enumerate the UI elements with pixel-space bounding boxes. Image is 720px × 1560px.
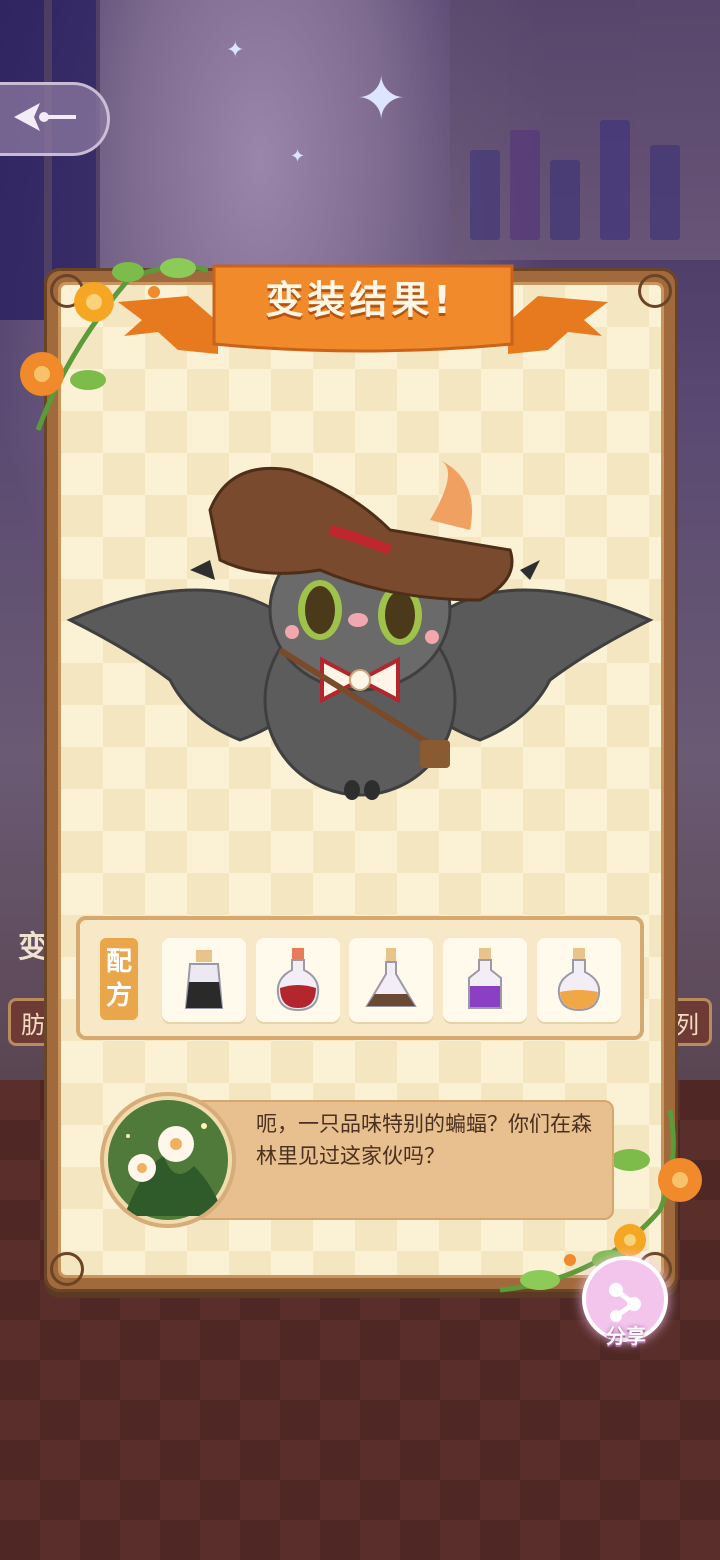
flower-decoration-icon bbox=[20, 258, 208, 431]
orange-potion-icon bbox=[537, 948, 621, 1026]
recipe-slot-5[interactable] bbox=[537, 938, 621, 1022]
recipe-slot-4[interactable] bbox=[443, 938, 527, 1022]
sparkle-icon: ✦ bbox=[226, 38, 245, 63]
background-shelf bbox=[450, 0, 720, 260]
recipe-label-line2: 方 bbox=[105, 981, 132, 1011]
recipe-label: 配 方 bbox=[100, 938, 138, 1020]
recipe-slot-3[interactable] bbox=[349, 938, 433, 1022]
recipe-label-line1: 配 bbox=[105, 947, 132, 977]
purple-potion-icon bbox=[443, 948, 527, 1026]
flower-avatar-icon bbox=[108, 1100, 228, 1220]
sparkle-icon: ✦ bbox=[290, 146, 306, 167]
recipe-slot-1[interactable] bbox=[162, 938, 246, 1022]
back-button[interactable] bbox=[0, 82, 110, 156]
bat-character bbox=[66, 460, 654, 800]
recipe-slot-2[interactable] bbox=[256, 938, 340, 1022]
result-title: 变装结果! bbox=[265, 277, 455, 322]
sparkle-icon: ✦ bbox=[356, 64, 407, 134]
back-arrow-icon bbox=[10, 97, 80, 141]
red-potion-icon bbox=[256, 948, 340, 1026]
speaker-avatar bbox=[100, 1092, 236, 1228]
black-potion-icon bbox=[162, 950, 246, 1026]
share-label: 分享 bbox=[606, 1324, 646, 1348]
brown-potion-icon bbox=[349, 948, 433, 1026]
dialog-text: 呃，一只品味特别的蝙蝠？你们在森林里见过这家伙吗？ bbox=[256, 1112, 592, 1168]
